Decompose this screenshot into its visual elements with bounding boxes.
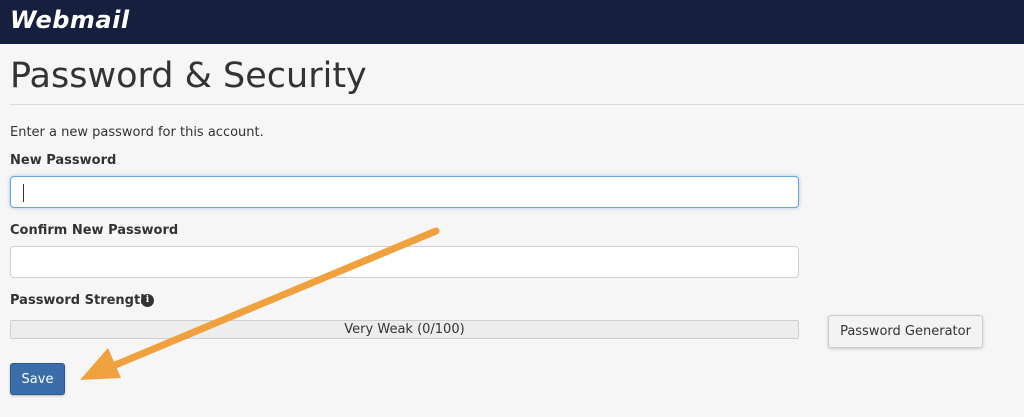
intro-text: Enter a new password for this account. [10,125,264,140]
save-button[interactable]: Save [10,363,65,395]
password-strength-label: Password Strength [10,293,150,308]
new-password-label: New Password [10,153,117,168]
password-strength-meter: Very Weak (0/100) [10,320,799,339]
webmail-logo[interactable]: Webmail [10,6,130,34]
confirm-password-field[interactable] [10,246,799,278]
strength-text: Very Weak (0/100) [344,322,465,337]
page-title: Password & Security [10,56,367,96]
text-cursor [23,184,24,202]
new-password-field[interactable] [10,176,799,208]
top-bar: Webmail [0,0,1024,44]
info-icon[interactable]: i [141,294,154,307]
confirm-password-label: Confirm New Password [10,223,179,238]
title-divider [10,104,1024,105]
arrow-head [80,348,121,380]
password-generator-button[interactable]: Password Generator [828,315,983,348]
